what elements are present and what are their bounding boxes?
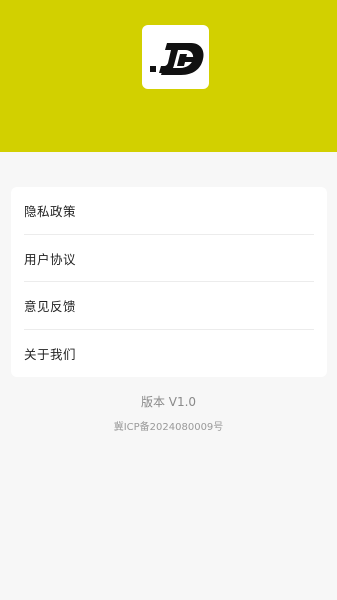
menu-item-label: 关于我们 xyxy=(24,346,77,362)
app-logo xyxy=(142,25,209,89)
icp-record-text: 冀ICP备2024080009号 xyxy=(113,422,224,433)
menu-item-about-us[interactable]: 关于我们 xyxy=(11,330,327,378)
menu-item-label: 用户协议 xyxy=(24,251,77,267)
menu-item-user-agreement[interactable]: 用户协议 xyxy=(11,235,327,282)
menu-item-label: 隐私政策 xyxy=(24,204,77,220)
menu-item-privacy-policy[interactable]: 隐私政策 xyxy=(11,187,327,235)
app-header xyxy=(0,0,337,152)
menu-item-feedback[interactable]: 意见反馈 xyxy=(11,282,327,330)
version-text: 版本 V1.0 xyxy=(140,395,197,409)
jd-logo-icon xyxy=(149,43,203,75)
menu-item-label: 意见反馈 xyxy=(24,299,77,315)
settings-card: 隐私政策 用户协议 意见反馈 关于我们 xyxy=(11,187,327,377)
